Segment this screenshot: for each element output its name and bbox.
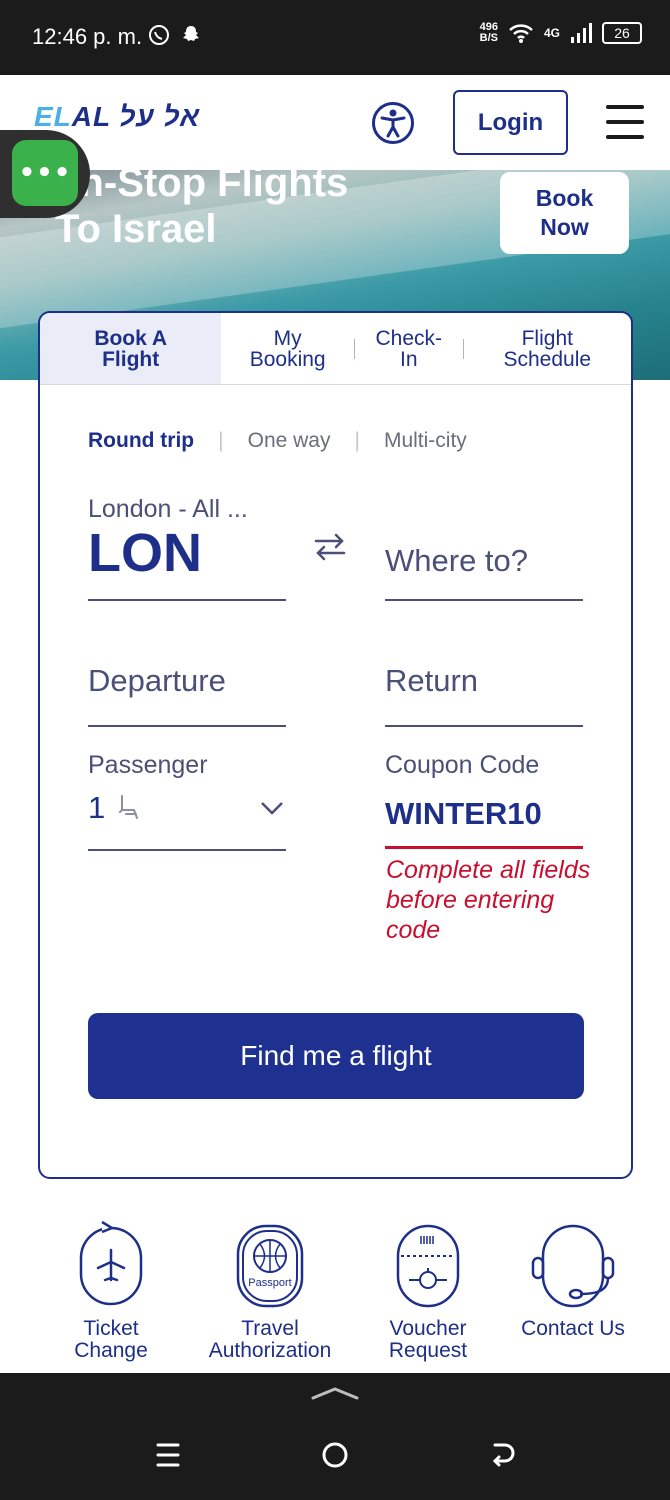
- quick-links: Ticket Change Passport Travel Authorizat…: [0, 1218, 670, 1373]
- one-way-option[interactable]: One way: [248, 429, 331, 453]
- quick-link-contact-us[interactable]: Contact Us: [506, 1218, 640, 1340]
- seat-icon: [119, 795, 138, 819]
- back-icon[interactable]: [489, 1441, 517, 1469]
- hamburger-menu-button[interactable]: [606, 105, 644, 139]
- find-flight-button[interactable]: Find me a flight: [88, 1013, 584, 1099]
- destination-input[interactable]: Where to?: [385, 535, 583, 601]
- chat-button[interactable]: •••: [12, 140, 78, 206]
- coupon-error-message: Complete all fields before entering code: [386, 856, 591, 944]
- tab-my-booking[interactable]: My Booking: [221, 313, 354, 384]
- hero-title: on-Stop Flights To Israel: [55, 170, 349, 251]
- network-type: 4G: [543, 26, 560, 40]
- elal-logo[interactable]: ELAL אל על: [34, 101, 200, 133]
- menu-bar: [606, 105, 644, 109]
- accessibility-button[interactable]: [372, 102, 414, 144]
- multi-city-option[interactable]: Multi-city: [384, 429, 467, 453]
- passport-icon: Passport: [236, 1224, 304, 1308]
- accessibility-icon: [380, 109, 406, 138]
- origin-field[interactable]: London - All ... LON: [88, 495, 286, 601]
- passport-icon-text: Passport: [248, 1277, 291, 1289]
- signal-icon: [571, 23, 592, 43]
- battery-indicator: 26: [602, 22, 642, 44]
- snapchat-icon: [183, 26, 199, 41]
- coupon-value: WINTER10: [385, 796, 542, 831]
- status-app-icons: [148, 24, 202, 46]
- chevron-down-icon: [261, 802, 283, 815]
- trip-divider: |: [218, 429, 224, 452]
- passenger-count: 1: [88, 790, 106, 825]
- passenger-selector[interactable]: Passenger 1: [88, 751, 286, 851]
- wifi-icon: [509, 24, 533, 43]
- status-time: 12:46 p. m.: [32, 24, 143, 49]
- origin-code: LON: [88, 523, 202, 583]
- headset-icon: [531, 1224, 615, 1308]
- voucher-icon: [396, 1224, 460, 1308]
- login-button[interactable]: Login: [453, 90, 568, 155]
- coupon-code-input[interactable]: Coupon Code WINTER10: [385, 751, 583, 849]
- plane-refresh-icon: [79, 1220, 143, 1306]
- chevron-up-icon[interactable]: [310, 1385, 360, 1401]
- tab-flight-schedule[interactable]: Flight Schedule: [464, 313, 631, 384]
- whatsapp-icon: [149, 25, 169, 45]
- booking-card: Book A Flight My Booking Check-In Flight…: [38, 311, 633, 1179]
- quick-link-ticket-change[interactable]: Ticket Change: [60, 1218, 162, 1362]
- departure-date-input[interactable]: Departure: [88, 655, 286, 727]
- net-speed: 496 B/S: [479, 21, 498, 44]
- recent-apps-icon[interactable]: [155, 1441, 181, 1469]
- menu-bar: [606, 120, 644, 124]
- quick-link-travel-authorization[interactable]: Passport Travel Authorization: [196, 1218, 344, 1362]
- home-icon[interactable]: [321, 1441, 349, 1469]
- coupon-label: Coupon Code: [385, 751, 540, 779]
- system-nav-bar: [0, 1373, 670, 1500]
- book-now-button[interactable]: Book Now: [500, 172, 629, 254]
- tab-check-in[interactable]: Check-In: [355, 313, 463, 384]
- trip-divider: |: [354, 429, 360, 452]
- passenger-label: Passenger: [88, 751, 208, 779]
- site-header: ELAL אל על Login: [0, 75, 670, 170]
- trip-type-selector: Round trip | One way | Multi-city: [88, 429, 467, 453]
- tab-book-a-flight[interactable]: Book A Flight: [40, 313, 222, 384]
- menu-bar: [606, 135, 644, 139]
- return-date-input[interactable]: Return: [385, 655, 583, 727]
- swap-icon[interactable]: [312, 529, 348, 565]
- booking-tabs: Book A Flight My Booking Check-In Flight…: [40, 313, 631, 385]
- origin-city: London - All ...: [88, 495, 248, 523]
- round-trip-option[interactable]: Round trip: [88, 429, 194, 453]
- quick-link-voucher-request[interactable]: Voucher Request: [382, 1218, 474, 1362]
- status-bar: 12:46 p. m. 496 B/S 4G 26: [0, 0, 670, 75]
